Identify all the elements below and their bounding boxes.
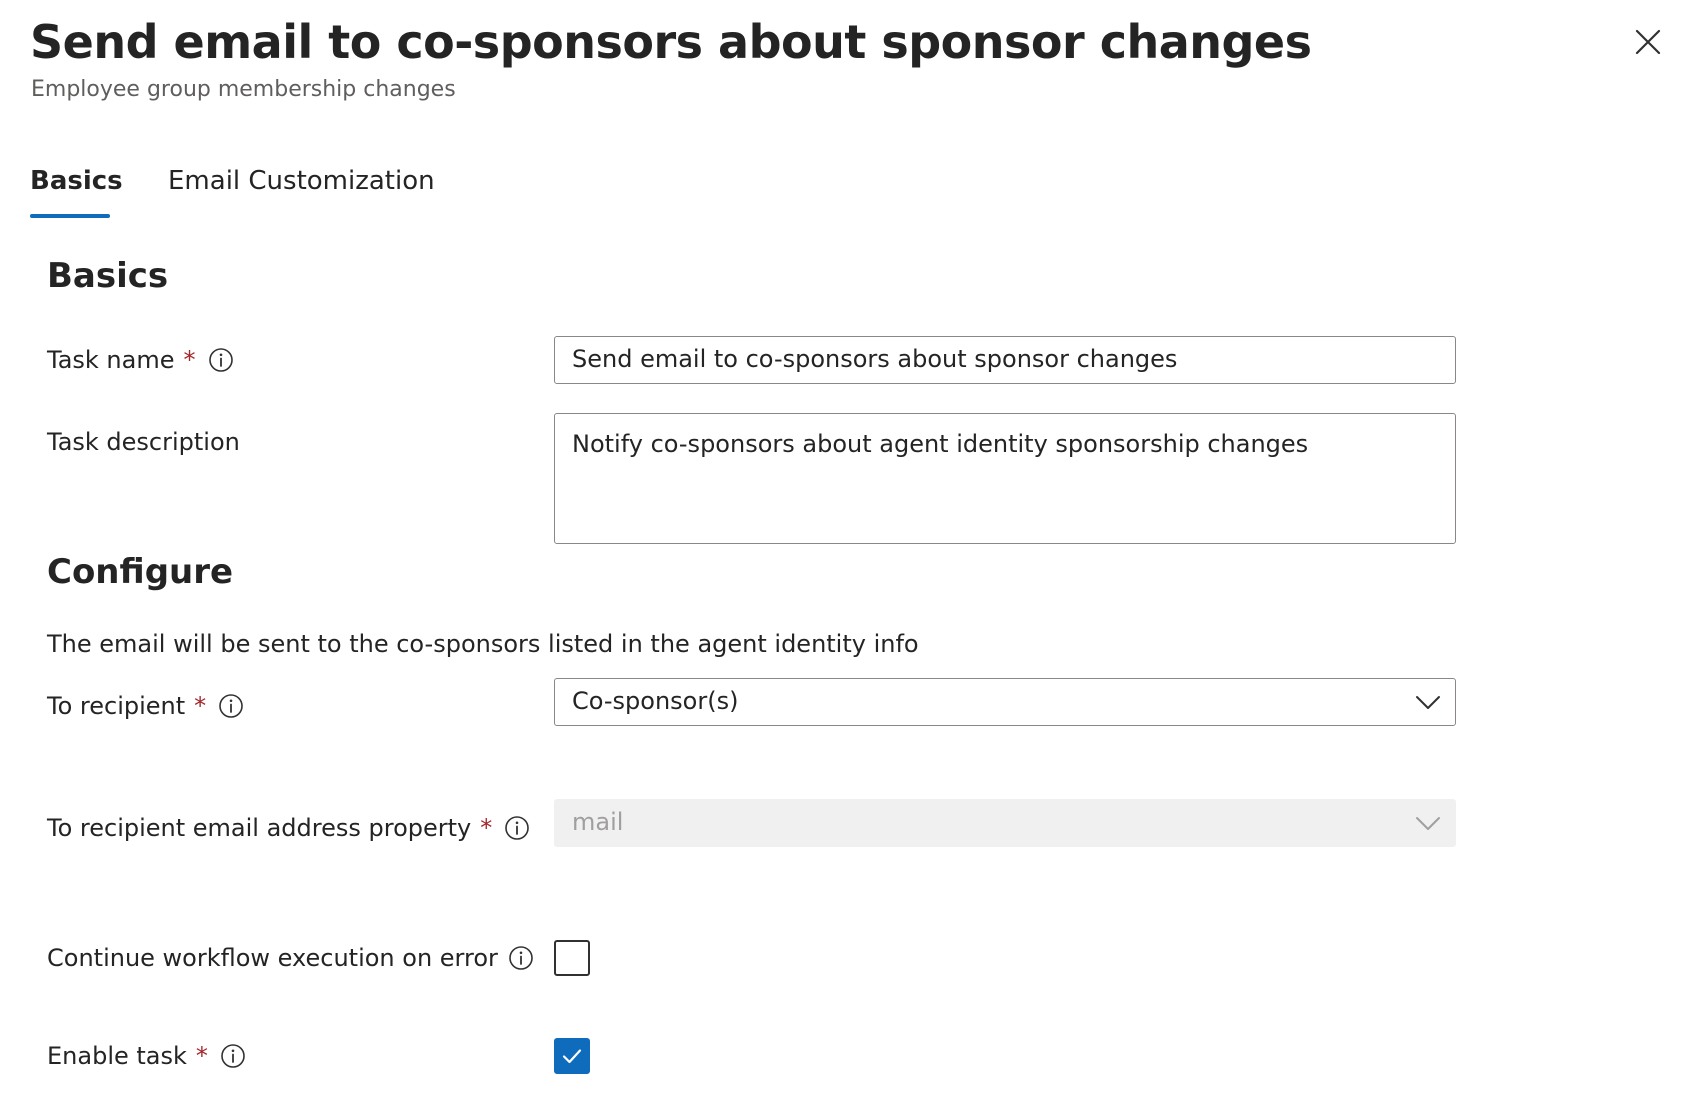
task-description-label-row: Task description bbox=[47, 426, 240, 458]
chevron-down-icon bbox=[1416, 817, 1440, 830]
task-panel: Send email to co-sponsors about sponsor … bbox=[0, 0, 1700, 1108]
task-description-textarea[interactable]: Notify co-sponsors about agent identity … bbox=[554, 413, 1456, 544]
tab-list: Basics Email Customization bbox=[30, 150, 435, 220]
to-recipient-label-row: To recipient * bbox=[47, 690, 244, 722]
info-icon[interactable] bbox=[208, 347, 234, 373]
email-property-label: To recipient email address property bbox=[47, 814, 472, 842]
chevron-down-icon bbox=[1416, 696, 1440, 709]
basics-heading: Basics bbox=[47, 256, 169, 296]
email-property-dropdown: mail bbox=[554, 799, 1456, 847]
page-subtitle: Employee group membership changes bbox=[31, 77, 456, 102]
info-icon[interactable] bbox=[218, 693, 244, 719]
enable-task-checkbox[interactable] bbox=[554, 1038, 590, 1074]
configure-heading: Configure bbox=[47, 552, 234, 592]
tab-basics[interactable]: Basics bbox=[30, 150, 123, 220]
info-icon[interactable] bbox=[220, 1043, 246, 1069]
page-title: Send email to co-sponsors about sponsor … bbox=[30, 15, 1312, 69]
tab-email-customization[interactable]: Email Customization bbox=[168, 150, 435, 220]
continue-on-error-checkbox[interactable] bbox=[554, 940, 590, 976]
continue-on-error-label-row: Continue workflow execution on error bbox=[47, 942, 534, 974]
required-marker: * bbox=[195, 1042, 208, 1070]
checkmark-icon bbox=[562, 1049, 582, 1064]
continue-on-error-label: Continue workflow execution on error bbox=[47, 944, 498, 972]
required-marker: * bbox=[194, 692, 207, 720]
task-name-label-row: Task name * bbox=[47, 344, 234, 376]
email-property-label-row: To recipient email address property * bbox=[47, 812, 530, 844]
enable-task-label-row: Enable task * bbox=[47, 1040, 246, 1072]
info-icon[interactable] bbox=[508, 945, 534, 971]
email-property-selected: mail bbox=[572, 808, 624, 836]
required-marker: * bbox=[183, 346, 196, 374]
task-name-label: Task name bbox=[47, 346, 175, 374]
enable-task-label: Enable task bbox=[47, 1042, 187, 1070]
task-name-input[interactable]: Send email to co-sponsors about sponsor … bbox=[554, 336, 1456, 384]
configure-helper-text: The email will be sent to the co-sponsor… bbox=[47, 630, 919, 658]
to-recipient-label: To recipient bbox=[47, 692, 186, 720]
task-description-label: Task description bbox=[47, 428, 240, 456]
required-marker: * bbox=[480, 814, 493, 842]
info-icon[interactable] bbox=[504, 815, 530, 841]
to-recipient-dropdown[interactable]: Co-sponsor(s) bbox=[554, 678, 1456, 726]
to-recipient-selected: Co-sponsor(s) bbox=[572, 687, 739, 715]
close-icon bbox=[1635, 29, 1661, 55]
close-button[interactable] bbox=[1626, 20, 1670, 64]
